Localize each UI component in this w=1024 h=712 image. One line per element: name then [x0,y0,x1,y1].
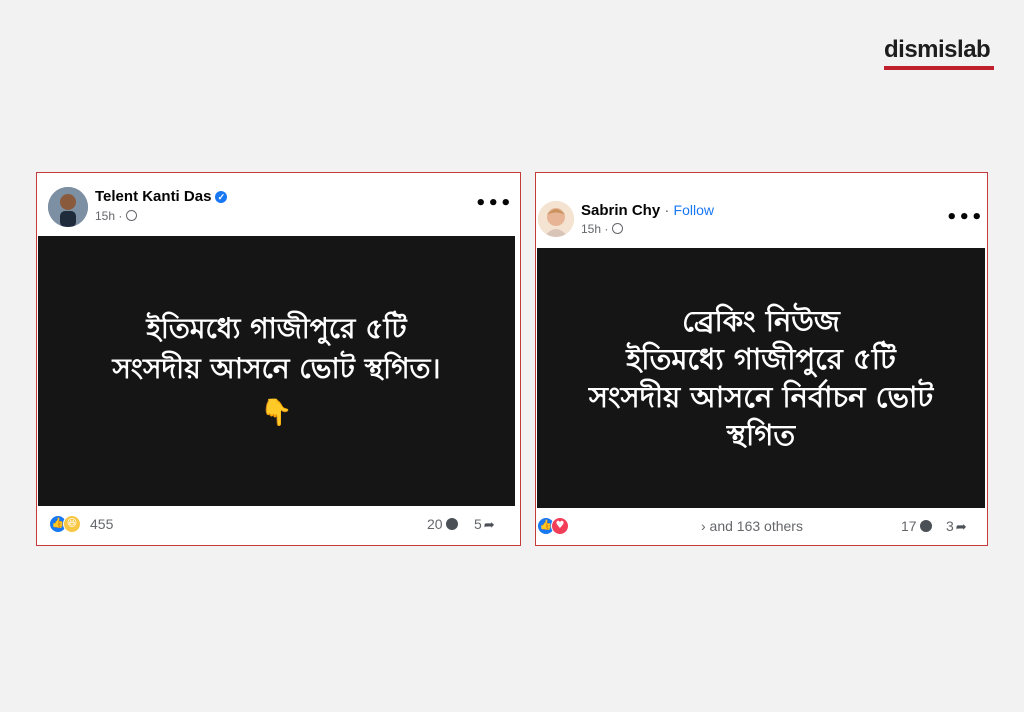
reaction-icons[interactable]: 👍 😆 [49,515,81,533]
share-count[interactable]: 3 ➦ [946,518,967,535]
brand-underline [884,66,994,70]
more-options-icon[interactable]: ••• [946,209,984,227]
love-icon: ♥ [551,517,569,535]
author-name-text[interactable]: Sabrin Chy [581,202,660,219]
verified-badge-icon: ✓ [215,191,228,203]
brand-logo: dismislab [884,36,994,70]
share-count-value: 3 [946,518,954,534]
post-image[interactable]: ব্রেকিং নিউজ ইতিমধ্যে গাজীপুরে ৫টি সংসদী… [537,248,985,508]
post-image-line: ইতিমধ্যে গাজীপুরে ৫টি [146,312,407,345]
post-image-line: সংসদীয় আসনে নির্বাচন ভোট [588,380,934,414]
post-image-line: ইতিমধ্যে গাজীপুরে ৫টি [626,342,896,376]
comment-count[interactable]: 17 [901,518,932,534]
reaction-count[interactable]: 455 [90,516,113,532]
post-time[interactable]: 15h [95,209,115,223]
post-image-line: ব্রেকিং নিউজ [682,304,840,338]
name-separator: · [664,202,670,219]
reaction-bar: 👍 ♥ › and 163 others 17 3 ➦ [536,511,987,539]
brand-logo-text: dismislab [884,36,991,63]
post-image-line: স্থগিত [726,418,796,452]
post-meta: 15h · [95,209,138,223]
reaction-count[interactable]: › and 163 others [701,518,803,534]
comment-icon [919,520,932,532]
comment-count[interactable]: 20 [427,516,458,532]
share-count[interactable]: 5 ➦ [474,516,495,533]
post-time[interactable]: 15h [581,222,601,236]
post-image[interactable]: ইতিমধ্যে গাজীপুরে ৫টি সংসদীয় আসনে ভোট স… [38,236,515,506]
comment-count-value: 20 [427,516,443,532]
reaction-bar: 👍 😆 455 20 5 ➦ [37,509,520,537]
comment-icon [445,518,458,530]
comment-count-value: 17 [901,518,917,534]
author-avatar[interactable] [538,201,574,237]
globe-icon [612,223,624,234]
more-options-icon[interactable]: ••• [475,195,513,213]
globe-icon [126,210,138,221]
post-image-line: সংসদীয় আসনে ভোট স্থগিত। [112,352,441,385]
post-card-1: Telent Kanti Das ✓ 15h · ••• ইতিমধ্যে গাজ… [36,172,521,546]
haha-icon: 😆 [63,515,81,533]
share-icon: ➦ [955,519,967,534]
reaction-icons[interactable]: 👍 ♥ [537,517,569,535]
post-meta: 15h · [581,222,624,236]
pointing-down-emoji: 👇 [260,398,293,428]
author-name[interactable]: Sabrin Chy · Follow [581,202,714,219]
share-icon: ➦ [483,517,495,532]
share-count-value: 5 [474,516,482,532]
author-avatar[interactable] [48,187,88,227]
author-name-text[interactable]: Telent Kanti Das [95,188,211,205]
author-name[interactable]: Telent Kanti Das ✓ [95,188,228,205]
follow-button[interactable]: Follow [674,202,714,218]
post-card-2: Sabrin Chy · Follow 15h · ••• ব্রেকিং নি… [535,172,988,546]
